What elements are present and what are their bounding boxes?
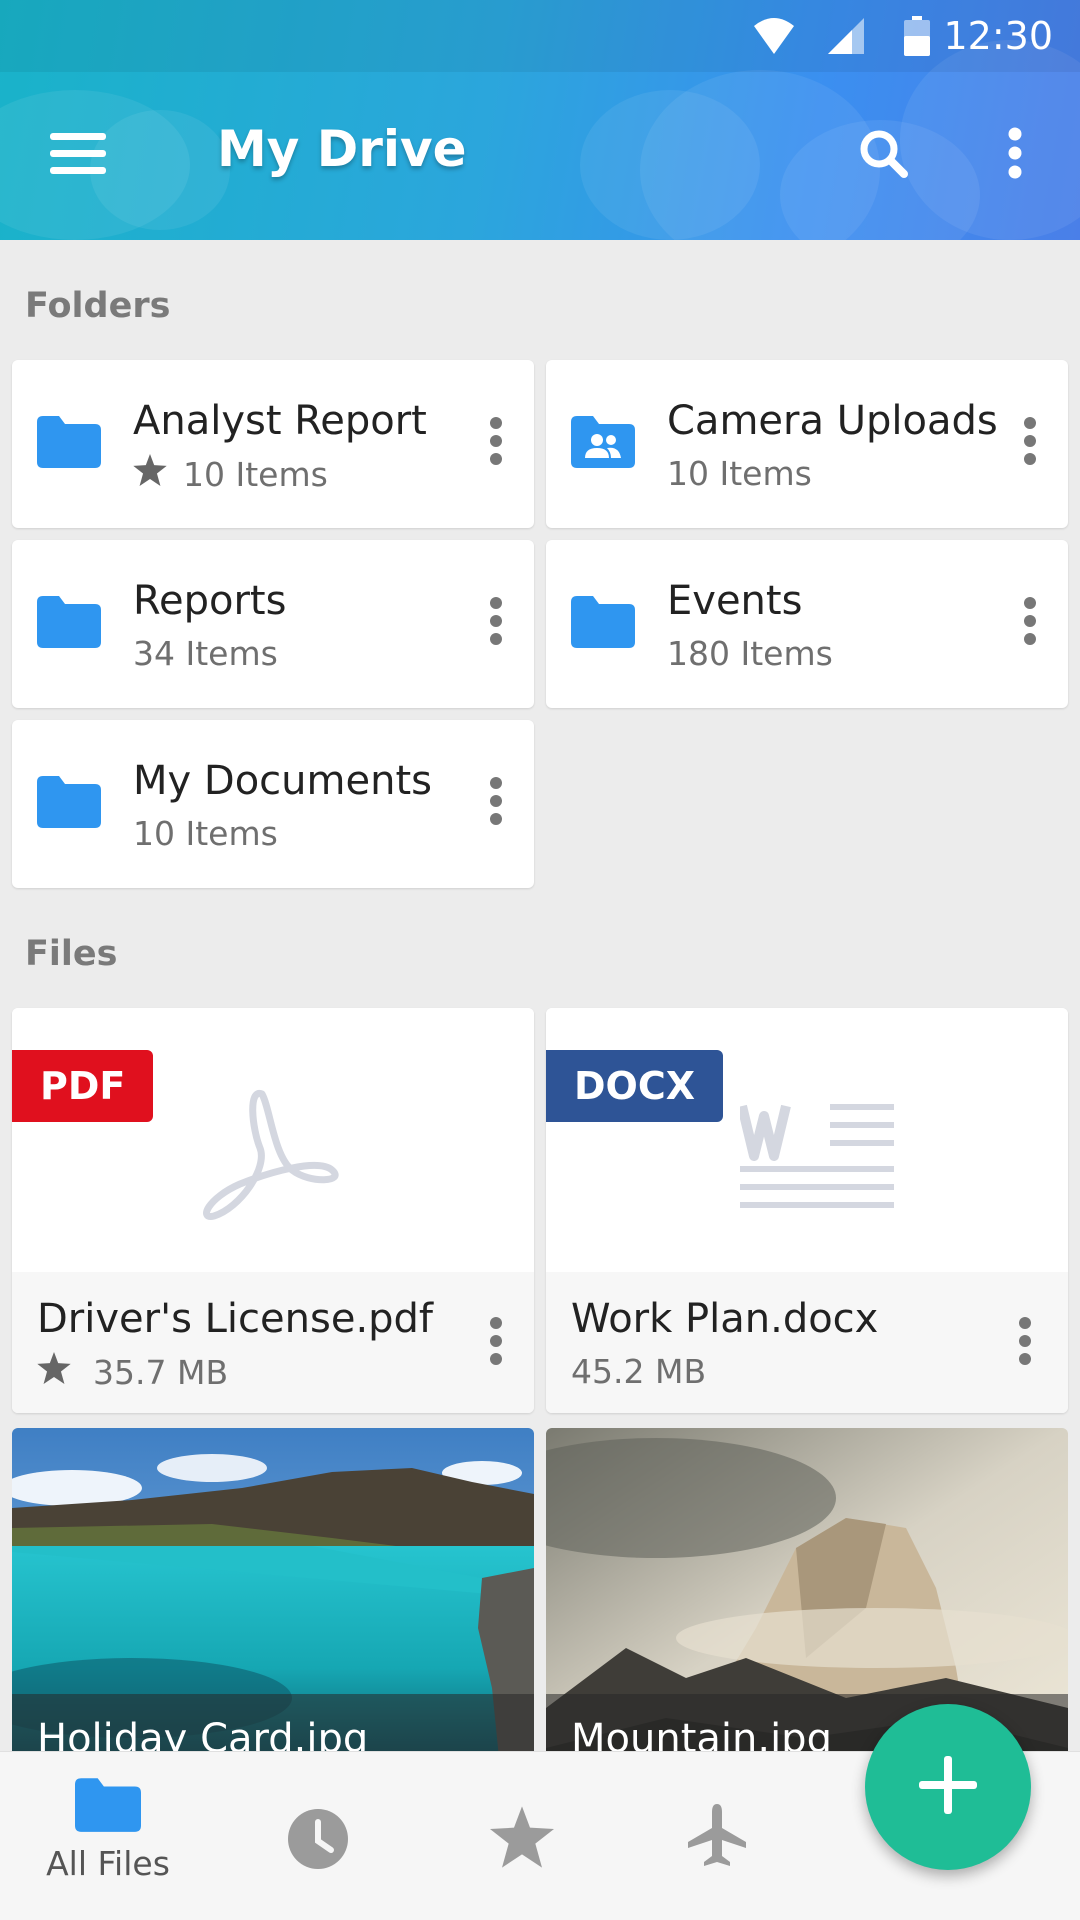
file-size: 45.2 MB [571, 1352, 707, 1391]
more-vert-icon [1023, 596, 1037, 650]
search-icon [858, 128, 908, 182]
file-meta: 45.2 MB [571, 1352, 706, 1391]
folder-more-button[interactable] [471, 768, 521, 838]
nav-offline[interactable] [686, 1804, 748, 1872]
folder-item-count: 180 Items [667, 634, 833, 673]
menu-icon [50, 133, 106, 179]
more-vert-icon [489, 596, 503, 650]
nav-label: All Files [46, 1844, 170, 1883]
more-vert-icon [1018, 1316, 1032, 1370]
folders-section-label: Folders [25, 286, 171, 326]
nav-starred[interactable] [490, 1806, 554, 1872]
folder-item-count: 10 Items [667, 454, 812, 493]
file-card[interactable]: DOCX Work Plan.docx 45.2 MB [546, 1008, 1068, 1413]
folder-card[interactable]: My Documents 10 Items [12, 720, 534, 888]
file-size: 35.7 MB [93, 1352, 229, 1392]
folder-meta: 10 Items [133, 454, 328, 494]
overflow-menu-button[interactable] [990, 122, 1040, 188]
airplane-icon [686, 1804, 748, 1872]
more-vert-icon [489, 416, 503, 470]
star-icon [490, 1806, 554, 1872]
wifi-icon [752, 16, 796, 60]
file-name: Driver's License.pdf [37, 1296, 434, 1342]
more-vert-icon [1023, 416, 1037, 470]
folder-more-button[interactable] [1005, 408, 1055, 478]
file-preview: PDF [12, 1008, 534, 1272]
folder-card[interactable]: Camera Uploads 10 Items [546, 360, 1068, 528]
folder-meta: 10 Items [667, 454, 812, 493]
menu-button[interactable] [38, 126, 118, 186]
page-title: My Drive [217, 120, 467, 178]
star-icon [37, 1352, 71, 1392]
more-vert-icon [489, 1316, 503, 1370]
folder-icon [571, 596, 635, 652]
nav-recent[interactable] [287, 1808, 349, 1874]
file-card[interactable]: PDF Driver's License.pdf 35.7 MB [12, 1008, 534, 1413]
folder-more-button[interactable] [471, 588, 521, 658]
folder-meta: 180 Items [667, 634, 833, 673]
status-bar: 12:30 [0, 0, 1080, 72]
file-info: Driver's License.pdf 35.7 MB [12, 1272, 534, 1413]
star-icon [133, 454, 167, 494]
battery-icon [904, 16, 930, 60]
folder-more-button[interactable] [471, 408, 521, 478]
word-icon [737, 1094, 900, 1214]
file-more-button[interactable] [1000, 1308, 1050, 1378]
folder-meta: 10 Items [133, 814, 278, 853]
file-meta: 35.7 MB [37, 1352, 228, 1392]
add-fab-button[interactable] [865, 1704, 1031, 1870]
nav-all-files[interactable]: All Files [38, 1778, 178, 1883]
folder-name: Analyst Report [133, 398, 427, 444]
folder-item-count: 10 Items [183, 454, 328, 494]
plus-icon [919, 1756, 977, 1818]
file-name: Work Plan.docx [571, 1296, 879, 1342]
pdf-icon [200, 1088, 340, 1228]
folder-icon [75, 1778, 141, 1836]
folder-card[interactable]: Events 180 Items [546, 540, 1068, 708]
more-vert-icon [1007, 127, 1023, 183]
folder-name: Events [667, 578, 803, 624]
folder-name: Camera Uploads [667, 398, 998, 444]
file-more-button[interactable] [471, 1308, 521, 1378]
shared-folder-icon [571, 416, 635, 472]
file-type-badge: DOCX [546, 1050, 724, 1122]
more-vert-icon [489, 776, 503, 830]
folder-icon [37, 776, 101, 832]
folder-more-button[interactable] [1005, 588, 1055, 658]
photo-card[interactable]: Holiday Card.jpg [12, 1428, 534, 1768]
status-time: 12:30 [943, 14, 1053, 58]
file-preview: DOCX [546, 1008, 1068, 1272]
file-info: Work Plan.docx 45.2 MB [546, 1272, 1068, 1413]
signal-icon [826, 16, 866, 60]
folder-meta: 34 Items [133, 634, 278, 673]
clock-icon [287, 1808, 349, 1874]
folder-card[interactable]: Analyst Report 10 Items [12, 360, 534, 528]
folder-item-count: 10 Items [133, 814, 278, 853]
folder-name: My Documents [133, 758, 432, 804]
file-type-badge: PDF [12, 1050, 154, 1122]
folder-item-count: 34 Items [133, 634, 278, 673]
app-bar: 12:30 My Drive [0, 0, 1080, 240]
folder-name: Reports [133, 578, 287, 624]
folder-icon [37, 416, 101, 472]
search-button[interactable] [850, 122, 916, 188]
folder-card[interactable]: Reports 34 Items [12, 540, 534, 708]
files-section-label: Files [25, 934, 118, 974]
folder-icon [37, 596, 101, 652]
